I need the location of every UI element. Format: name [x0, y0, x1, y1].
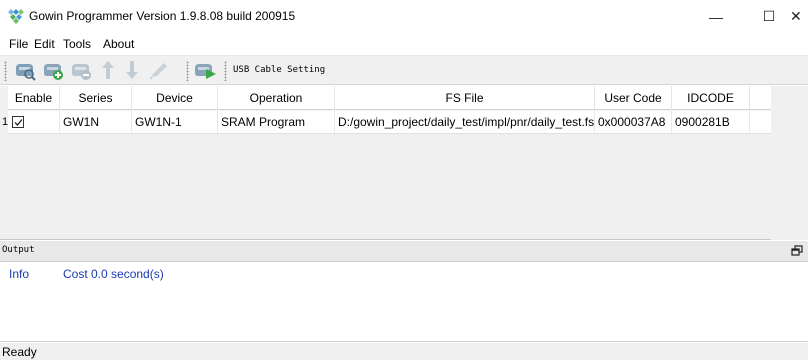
column-header-operation[interactable]: Operation — [218, 86, 335, 110]
maximize-button[interactable]: ☐ — [746, 0, 792, 33]
usb-cable-setting-button[interactable]: USB Cable Setting — [233, 65, 325, 75]
idcode-cell: 0900281B — [672, 111, 750, 134]
column-header-idcode[interactable]: IDCODE — [672, 86, 750, 110]
device-table-area: Enable Series Device Operation FS File U… — [0, 86, 808, 240]
program-config-icon[interactable] — [194, 59, 216, 83]
device-cell: GW1N-1 — [132, 111, 218, 134]
add-device-icon[interactable] — [42, 59, 64, 83]
move-up-icon[interactable] — [97, 59, 119, 83]
user-code-cell: 0x000037A8 — [595, 111, 672, 134]
checkmark-icon — [14, 119, 23, 126]
output-log-panel[interactable]: Info Cost 0.0 second(s) — [0, 263, 808, 342]
toolbar: USB Cable Setting — [0, 55, 808, 85]
minimize-button[interactable]: — — [693, 0, 739, 33]
menu-file[interactable]: File — [9, 37, 28, 51]
log-message: Cost 0.0 second(s) — [63, 267, 164, 281]
menu-tools[interactable]: Tools — [63, 37, 91, 51]
edit-config-icon[interactable] — [148, 59, 170, 83]
gowin-logo-icon — [8, 8, 24, 24]
column-header-enable[interactable]: Enable — [8, 86, 60, 110]
toolbar-grip[interactable] — [186, 61, 189, 81]
window-title: Gowin Programmer Version 1.9.8.08 build … — [29, 9, 296, 23]
table-header: Enable Series Device Operation FS File U… — [8, 86, 771, 110]
operation-cell: SRAM Program — [218, 111, 335, 134]
status-text: Ready — [2, 345, 37, 359]
enable-cell — [8, 111, 60, 134]
close-button[interactable]: ✕ — [790, 0, 808, 33]
output-dock-title-bar: Output — [0, 241, 808, 262]
scan-device-icon[interactable] — [14, 59, 36, 83]
output-panel-title: Output — [2, 245, 35, 255]
menu-edit[interactable]: Edit — [34, 37, 55, 51]
table-empty-area — [771, 86, 808, 240]
remove-device-icon[interactable] — [70, 59, 92, 83]
menu-about[interactable]: About — [103, 37, 134, 51]
toolbar-grip[interactable] — [4, 61, 7, 81]
series-cell: GW1N — [60, 111, 132, 134]
fs-file-cell: D:/gowin_project/daily_test/impl/pnr/dai… — [335, 111, 595, 134]
title-bar: Gowin Programmer Version 1.9.8.08 build … — [0, 0, 808, 33]
log-level: Info — [9, 267, 30, 281]
column-header-fs-file[interactable]: FS File — [335, 86, 595, 110]
move-down-icon[interactable] — [121, 59, 143, 83]
menu-bar: File Edit Tools About — [0, 34, 808, 54]
enable-checkbox[interactable] — [12, 116, 24, 128]
log-entry: Info Cost 0.0 second(s) — [9, 267, 164, 281]
column-header-series[interactable]: Series — [60, 86, 132, 110]
float-dock-icon[interactable] — [790, 244, 806, 258]
column-header-user-code[interactable]: User Code — [595, 86, 672, 110]
column-header-device[interactable]: Device — [132, 86, 218, 110]
toolbar-grip[interactable] — [224, 61, 227, 81]
table-row[interactable]: 1 GW1N GW1N-1 SRAM Program D:/gowin_proj… — [2, 111, 771, 134]
status-bar: Ready — [0, 343, 808, 360]
